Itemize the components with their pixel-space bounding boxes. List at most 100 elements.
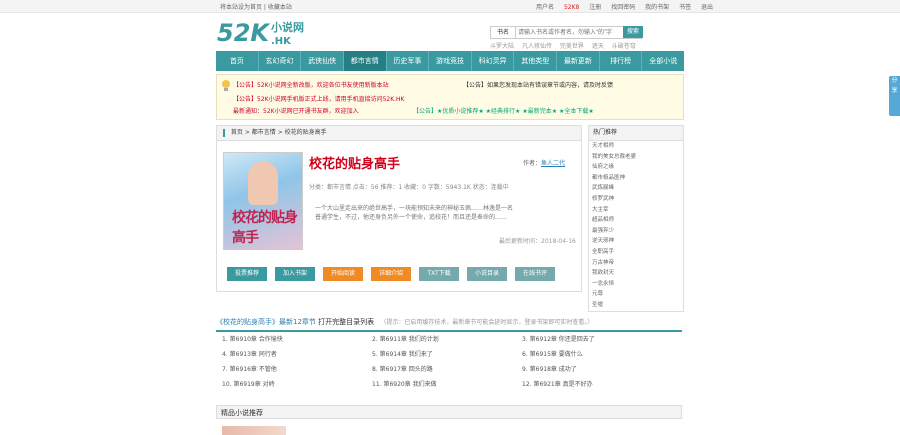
hot-list-item-title: 我欲封天 <box>592 270 615 277</box>
breadcrumb-home[interactable]: 首页 <box>231 129 243 136</box>
chapter-link[interactable]: 11. 第6920章 我们来做 <box>372 377 522 392</box>
search-button[interactable]: 搜索 <box>623 26 643 38</box>
book-cover[interactable]: 校花的贴身高手 <box>223 152 303 250</box>
cover-title: 校花的贴身高手 <box>232 210 298 246</box>
main-nav: 首页 玄幻奇幻 武侠仙侠 都市言情 历史军事 游戏竞技 科幻灵异 其他类型 最新… <box>216 51 684 71</box>
set-homepage-link[interactable]: 将本站设为首页 | 收藏本站 <box>220 2 292 11</box>
recommend-thumbnail[interactable] <box>222 426 286 435</box>
nav-scifi[interactable]: 科幻灵异 <box>472 51 515 71</box>
hot-list-item-title: 逆天邪神 <box>592 238 615 245</box>
hot-recommend-list: 热门推荐 天才相师 我的美女总裁老婆 仙府之缘 都市极品医神 武炼巅峰 修罗武神 大主宰 超品… <box>588 125 684 312</box>
review-button[interactable]: 在线书评 <box>515 267 555 281</box>
book-meta: 分类：都市言情 点击：56 推荐：1 收藏：0 字数：5943.1K 状态：连载… <box>309 184 509 191</box>
catalog-button[interactable]: 小说目录 <box>467 267 507 281</box>
chapter-link[interactable]: 4. 第6913章 同行者 <box>222 347 372 362</box>
hot-list-item[interactable]: 圣墟 <box>589 300 683 311</box>
chapter-grid: 1. 第6910章 合作愉快 2. 第6911章 我们的计划 3. 第6912章 你… <box>216 332 682 392</box>
search-box: 书名 搜索 <box>490 26 643 39</box>
hot-searches: 斗罗大陆 凡人修仙传 完美世界 遮天 斗破苍穹 <box>490 41 642 50</box>
start-reading-button[interactable]: 开始阅读 <box>323 267 363 281</box>
nav-ranking[interactable]: 排行榜 <box>600 51 643 71</box>
breadcrumb: 首页 > 都市言情 > 校花的贴身高手 <box>217 126 581 141</box>
hot-list-item[interactable]: 我的美女总裁老婆 <box>589 152 683 163</box>
hot-list-item[interactable]: 天才相师 <box>589 141 683 152</box>
chapter-link[interactable]: 2. 第6911章 我们的计划 <box>372 332 522 347</box>
nav-other[interactable]: 其他类型 <box>514 51 558 71</box>
search-type-select[interactable]: 书名 <box>491 27 516 38</box>
chapter-link[interactable]: 1. 第6910章 合作愉快 <box>222 332 372 347</box>
details-button[interactable]: 详细介绍 <box>371 267 411 281</box>
top-bar: 将本站设为首页 | 收藏本站 用户名 52K8 注册 找回密码 我的书架 书签 … <box>0 0 900 13</box>
username-value[interactable]: 52K8 <box>564 4 579 11</box>
hot-list-item[interactable]: 超品相师 <box>589 215 683 226</box>
book-detail: 首页 > 都市言情 > 校花的贴身高手 校花的贴身高手 校花的贴身高手 作者：鱼… <box>216 125 582 292</box>
nav-all[interactable]: 全部小说 <box>642 51 684 71</box>
notice-line[interactable]: 最新通知：52K小说网已开通书友群，欢迎加入 <box>233 106 359 115</box>
hot-search-item[interactable]: 完美世界 <box>560 43 584 50</box>
hot-list-item[interactable]: 最强弃少 <box>589 226 683 237</box>
hot-list-item[interactable]: 修罗武神 <box>589 194 683 205</box>
hot-list-item[interactable]: 我欲封天 <box>589 268 683 279</box>
notice-line[interactable]: 【公告】如果您发现本站有错误章节或内容，请及时反馈 <box>463 80 613 89</box>
notice-line[interactable]: 【公告】52K小说网全新改版，欢迎各位书友使用新版本站 <box>233 80 389 89</box>
add-bookshelf-button[interactable]: 加入书架 <box>275 267 315 281</box>
hot-list-item[interactable]: 仙府之缘 <box>589 162 683 173</box>
breadcrumb-marker <box>223 128 225 137</box>
nav-fantasy[interactable]: 玄幻奇幻 <box>259 51 302 71</box>
find-password-link[interactable]: 找回密码 <box>611 4 635 11</box>
nav-latest[interactable]: 最新更新 <box>557 51 600 71</box>
hot-search-item[interactable]: 斗破苍穹 <box>612 43 636 50</box>
hot-list-item[interactable]: 大主宰 <box>589 205 683 216</box>
register-link[interactable]: 注册 <box>589 4 601 11</box>
search-input[interactable] <box>517 27 619 38</box>
nav-urban-romance[interactable]: 都市言情 <box>343 51 387 71</box>
chapters-heading[interactable]: 《校花的贴身高手》最新12章节 <box>216 318 316 326</box>
nav-home[interactable]: 首页 <box>216 51 259 71</box>
site-logo[interactable]: 52K 小说网 .HK <box>217 17 327 47</box>
chapters-tip: （提示：已启用缓存技术，最新章节可能会延时显示，登录书架即可实时查看。） <box>380 319 594 326</box>
bookmark-link[interactable]: 书签 <box>679 4 691 11</box>
my-bookshelf-link[interactable]: 我的书架 <box>645 4 669 11</box>
chapter-link[interactable]: 10. 第6919章 对峙 <box>222 377 372 392</box>
hot-search-item[interactable]: 凡人修仙传 <box>522 43 552 50</box>
username-label: 用户名 <box>536 4 555 11</box>
notice-line[interactable]: 【公告】★优质小说推荐★ ★经典排行★ ★最新完本★ ★全本下载★ <box>413 106 594 115</box>
hot-list-item-title: 超品相师 <box>592 217 615 224</box>
nav-games[interactable]: 游戏竞技 <box>429 51 472 71</box>
hot-list-item[interactable]: 万古神帝 <box>589 258 683 269</box>
hot-search-item[interactable]: 遮天 <box>592 43 604 50</box>
svg-text:.HK: .HK <box>271 36 292 47</box>
hot-list-item-title: 元尊 <box>592 291 604 298</box>
vote-button[interactable]: 投票推荐 <box>227 267 267 281</box>
full-catalog-link[interactable]: 打开完整目录列表 <box>318 318 374 326</box>
author-label: 作者： <box>523 160 542 167</box>
hot-list-item[interactable]: 全职高手 <box>589 247 683 258</box>
chapter-link[interactable]: 6. 第6915章 要做什么 <box>522 347 672 362</box>
breadcrumb-category[interactable]: 都市言情 <box>252 129 276 136</box>
hot-list-item[interactable]: 元尊 <box>589 289 683 300</box>
book-intro: 一个大山里走出来的绝世高手，一块能预知未来的神秘玉佩……林逸是一名普通学生，不过… <box>315 205 514 221</box>
nav-history[interactable]: 历史军事 <box>387 51 430 71</box>
notice-line[interactable]: 【公告】52K小说网手机版正式上线，请用手机直接访问52K.HK <box>233 94 405 103</box>
hot-list-item[interactable]: 武炼巅峰 <box>589 183 683 194</box>
author-link[interactable]: 鱼人二代 <box>541 160 565 167</box>
logout-link[interactable]: 退出 <box>701 4 713 11</box>
hot-list-item-title: 万古神帝 <box>592 259 615 266</box>
chapter-link[interactable]: 12. 第6921章 真是不好办 <box>522 377 672 392</box>
txt-download-button[interactable]: TXT下载 <box>419 267 459 281</box>
hot-list-item-title: 圣墟 <box>592 301 604 308</box>
chapter-link[interactable]: 5. 第6914章 我们来了 <box>372 347 522 362</box>
share-button[interactable]: 分享 <box>889 76 900 116</box>
chapter-link[interactable]: 7. 第6916章 不管他 <box>222 362 372 377</box>
hot-list-item[interactable]: 一念永恒 <box>589 279 683 290</box>
hot-list-item[interactable]: 逆天邪神 <box>589 236 683 247</box>
hot-list-item[interactable]: 都市极品医神 <box>589 173 683 184</box>
hot-search-item[interactable]: 斗罗大陆 <box>490 43 514 50</box>
chapter-link[interactable]: 9. 第6918章 成功了 <box>522 362 672 377</box>
chapter-link[interactable]: 8. 第6917章 回头的路 <box>372 362 522 377</box>
nav-wuxia[interactable]: 武侠仙侠 <box>301 51 344 71</box>
hot-list-item-title: 天才相师 <box>592 143 615 149</box>
hot-list-item-title: 大主宰 <box>592 206 609 213</box>
chapter-link[interactable]: 3. 第6912章 你还是回去了 <box>522 332 672 347</box>
cover-figure <box>248 161 278 205</box>
